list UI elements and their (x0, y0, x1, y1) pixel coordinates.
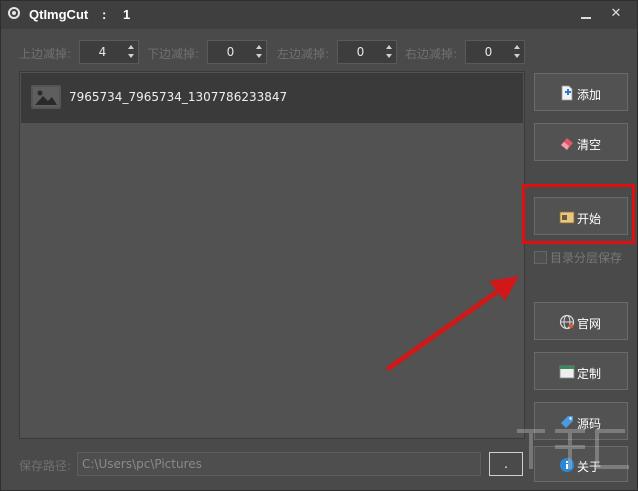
watermark-logo (517, 429, 629, 469)
annotation-arrow (386, 276, 519, 371)
app-window: QtImgCut : 1 ✕ 上边减掉: 4 下边减掉: 0 左边减掉: 0 右… (0, 0, 638, 491)
